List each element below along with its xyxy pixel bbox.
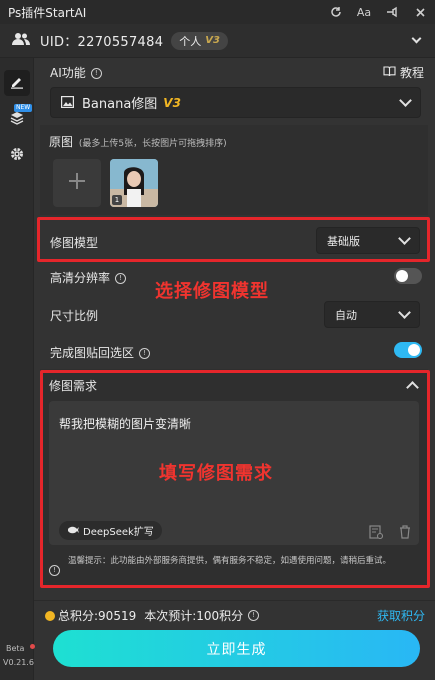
pencil-icon (10, 74, 24, 93)
gear-icon (10, 146, 24, 165)
get-points-link[interactable]: 获取积分 (377, 607, 425, 624)
chevron-up-icon[interactable] (406, 381, 419, 394)
ai-function-select[interactable]: Banana修图 V3 (50, 87, 421, 118)
info-icon[interactable]: ! (139, 348, 151, 359)
original-image-hint: (最多上传5张，长按图片可拖拽排序) (78, 139, 227, 149)
plus-icon (68, 172, 86, 194)
hd-toggle[interactable] (394, 268, 422, 284)
sidebar-layers-button[interactable] (4, 106, 30, 132)
ratio-value: 自动 (335, 308, 357, 322)
annotation-select-model: 选择修图模型 (155, 281, 269, 302)
info-icon[interactable]: ! (115, 273, 127, 284)
model-label: 修图模型 (50, 236, 99, 250)
tutorial-link[interactable]: 教程 (383, 64, 424, 81)
font-size-icon[interactable]: Aa (357, 5, 371, 19)
app-title: Ps插件StartAI (8, 5, 87, 20)
points-summary: 总积分:90519 本次预计:100积分 ! (45, 607, 260, 624)
paste-back-label-text: 完成图贴回选区 (50, 346, 135, 360)
hd-label-text: 高清分辨率 (50, 271, 111, 285)
uid-text: UID：2270557484 (40, 35, 164, 50)
original-image-label: 原图 (49, 135, 74, 149)
ratio-label: 尺寸比例 (50, 309, 99, 323)
deepseek-label: DeepSeek扩写 (83, 527, 154, 538)
tutorial-label: 教程 (400, 66, 425, 80)
whale-icon (67, 525, 79, 537)
coin-icon (45, 610, 55, 621)
total-points: 总积分:90519 (58, 609, 137, 623)
sidebar-edit-button[interactable] (4, 70, 30, 96)
close-icon[interactable] (413, 5, 427, 19)
annotation-fill-request: 填写修图需求 (159, 463, 273, 484)
history-icon[interactable] (369, 524, 384, 543)
user-badge-level: V3 (205, 35, 220, 46)
paste-back-label: 完成图贴回选区! (50, 344, 151, 361)
refresh-icon[interactable] (329, 5, 343, 19)
trash-icon[interactable] (399, 524, 411, 543)
ratio-select[interactable]: 自动 (324, 301, 420, 328)
users-icon (12, 31, 30, 50)
ai-function-value: Banana修图 (82, 97, 158, 112)
chevron-down-icon (398, 306, 411, 319)
user-level-badge: 个人 V3 (171, 31, 228, 50)
hd-label: 高清分辨率! (50, 269, 127, 286)
paste-back-toggle[interactable] (394, 342, 422, 358)
toggle-knob (396, 270, 408, 282)
model-select[interactable]: 基础版 (316, 227, 420, 254)
sidebar-settings-button[interactable] (4, 142, 30, 168)
toggle-knob (408, 344, 420, 356)
chevron-down-icon (398, 232, 411, 245)
user-badge-label: 个人 (179, 34, 202, 48)
pin-icon[interactable] (385, 5, 399, 19)
layers-icon (10, 110, 24, 129)
ai-function-label-text: AI功能 (50, 66, 86, 80)
book-icon (383, 65, 396, 80)
original-image-panel: 原图 (最多上传5张，长按图片可拖拽排序) 1 (40, 125, 428, 215)
request-panel: 修图需求 帮我把模糊的图片变清晰 填写修图需求 DeepSeek扩写 ! 温馨提… (40, 369, 428, 588)
sidebar: NEW Beta V0.21.6 (0, 58, 35, 680)
chevron-down-icon (399, 94, 412, 107)
uid-bar: UID：2270557484 个人 V3 (0, 24, 435, 58)
chevron-down-icon (411, 33, 421, 44)
version-label: V0.21.6 (3, 658, 34, 667)
warning-icon: ! (49, 560, 60, 579)
info-icon[interactable]: ! (90, 68, 102, 79)
beta-label: Beta (6, 644, 25, 653)
account-expand-button[interactable] (409, 33, 423, 48)
estimated-points: 本次预计:100积分 (144, 609, 244, 623)
info-icon[interactable]: ! (248, 610, 260, 621)
request-label: 修图需求 (49, 379, 98, 393)
footer-divider (34, 600, 435, 601)
generate-label: 立即生成 (206, 641, 267, 658)
generate-button[interactable]: 立即生成 (53, 630, 420, 667)
notice-text: 温馨提示：此功能由外部服务商提供，偶有服务不稳定，如遇使用问题，请稍后重试。 (68, 556, 392, 566)
thumbnail-index: 1 (112, 195, 122, 205)
upload-image-button[interactable] (53, 159, 101, 207)
deepseek-expand-button[interactable]: DeepSeek扩写 (59, 521, 162, 540)
beta-status-dot (30, 644, 35, 649)
request-textarea[interactable]: 帮我把模糊的图片变清晰 填写修图需求 DeepSeek扩写 (49, 401, 419, 545)
ai-function-label: AI功能! (50, 64, 102, 81)
uploaded-image-thumbnail[interactable]: 1 (110, 159, 158, 207)
ai-function-level: V3 (163, 95, 181, 110)
title-bar: Ps插件StartAI Aa (0, 0, 435, 24)
request-text: 帮我把模糊的图片变清晰 (59, 417, 192, 431)
model-value: 基础版 (327, 234, 360, 248)
image-icon (61, 93, 75, 112)
